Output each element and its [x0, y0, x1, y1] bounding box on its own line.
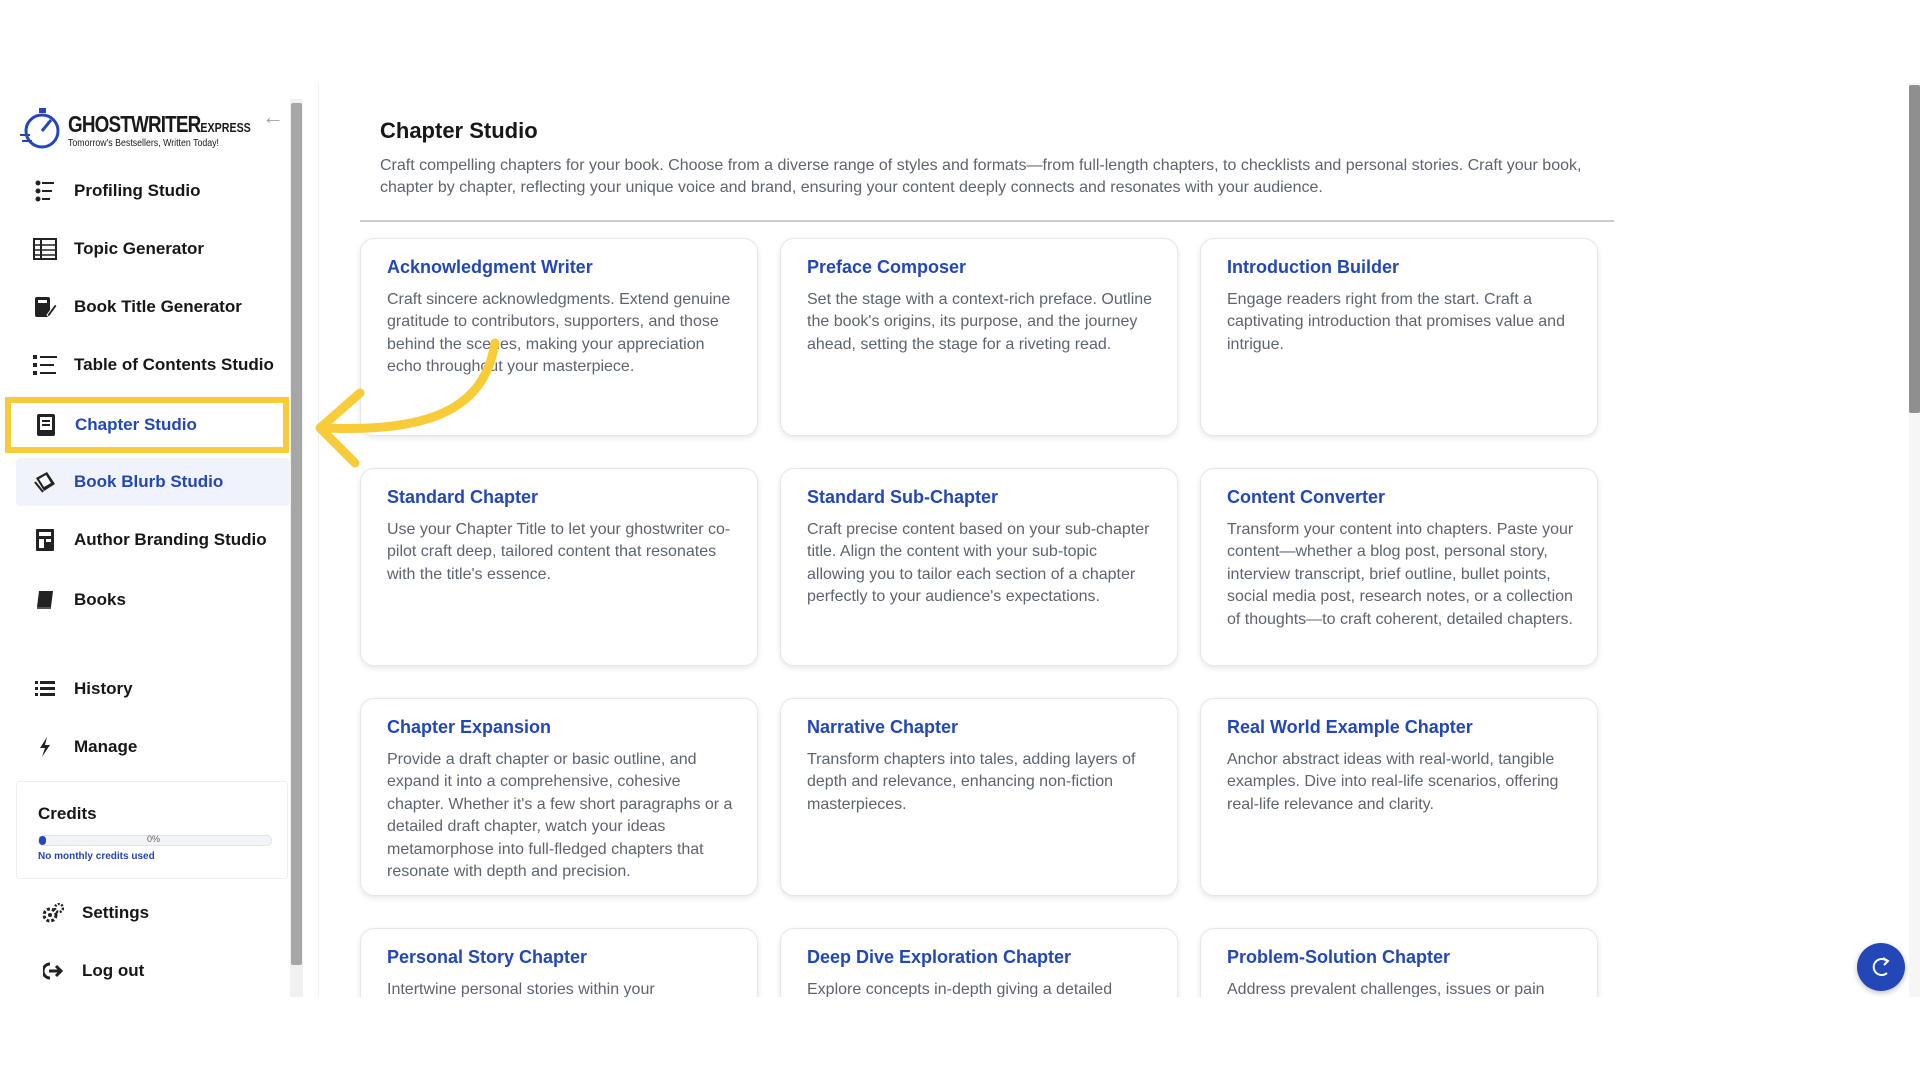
profile-list-icon: [32, 178, 58, 204]
section-divider: [360, 220, 1614, 222]
card-standard-chapter[interactable]: Standard Chapter Use your Chapter Title …: [360, 468, 758, 666]
sidebar-item-label: Book Title Generator: [74, 297, 242, 316]
gears-icon: [40, 900, 66, 926]
sidebar-item-label: Manage: [74, 737, 138, 756]
brand-logo[interactable]: GHOSTWRITEREXPRESS Tomorrow's Bestseller…: [20, 105, 251, 155]
card-description: Explore concepts in-depth giving a detai…: [807, 981, 1113, 997]
card-title: Real World Example Chapter: [1227, 717, 1473, 737]
sidebar-scrollbar-thumb[interactable]: [291, 103, 302, 965]
sidebar-item-label: Log out: [82, 961, 145, 980]
branding-icon: [32, 527, 58, 553]
sidebar-item-label: Author Branding Studio: [74, 530, 267, 549]
sidebar-item-history[interactable]: History: [16, 665, 290, 713]
card-title: Narrative Chapter: [807, 717, 959, 737]
toc-list-icon: [32, 352, 58, 378]
sidebar-item-book-title-generator[interactable]: Book Title Generator: [16, 283, 290, 331]
sidebar-item-chapter-studio[interactable]: Chapter Studio: [5, 397, 289, 453]
card-title: Preface Composer: [807, 257, 967, 277]
brand-name: GHOSTWRITEREXPRESS: [68, 111, 251, 137]
refresh-icon: [1872, 957, 1890, 976]
card-title: Introduction Builder: [1227, 257, 1399, 277]
card-standard-sub-chapter[interactable]: Standard Sub-Chapter Craft precise conte…: [780, 468, 1178, 666]
credits-title: Credits: [38, 804, 97, 823]
card-description: Intertwine personal stories within your: [387, 981, 655, 997]
sidebar-item-label: Table of Contents Studio: [74, 355, 274, 374]
main-content: Chapter Studio Craft compelling chapters…: [320, 83, 1900, 997]
card-title: Chapter Expansion: [387, 717, 552, 737]
card-narrative-chapter[interactable]: Narrative Chapter Transform chapters int…: [780, 698, 1178, 896]
card-acknowledgment-writer[interactable]: Acknowledgment Writer Craft sincere ackn…: [360, 238, 758, 436]
sidebar-item-author-branding-studio[interactable]: Author Branding Studio: [16, 516, 290, 564]
sidebar-item-label: Settings: [82, 903, 150, 922]
sidebar-item-profiling-studio[interactable]: Profiling Studio: [16, 167, 290, 215]
sidebar-item-books[interactable]: Books: [16, 576, 290, 624]
card-description: Anchor abstract ideas with real-world, t…: [1227, 751, 1559, 813]
sidebar-item-settings[interactable]: Settings: [16, 889, 290, 937]
card-title: Deep Dive Exploration Chapter: [807, 947, 1072, 967]
sidebar-item-label: Books: [74, 590, 126, 609]
card-chapter-expansion[interactable]: Chapter Expansion Provide a draft chapte…: [360, 698, 758, 896]
page-title: Chapter Studio: [380, 118, 538, 143]
stopwatch-logo-icon: [20, 108, 60, 149]
credits-panel: Credits 0% No monthly credits used: [16, 781, 288, 879]
card-content-converter[interactable]: Content Converter Transform your content…: [1200, 468, 1598, 666]
sidebar-item-label: Topic Generator: [74, 239, 205, 258]
blurb-book-icon: [32, 469, 58, 495]
sidebar-item-label: History: [74, 679, 133, 698]
card-description: Set the stage with a context-rich prefac…: [807, 291, 1153, 353]
card-title: Content Converter: [1227, 487, 1386, 507]
sidebar-item-book-blurb-studio[interactable]: Book Blurb Studio: [16, 458, 290, 506]
card-deep-dive-exploration-chapter[interactable]: Deep Dive Exploration Chapter Explore co…: [780, 928, 1178, 997]
sidebar-item-table-of-contents-studio[interactable]: Table of Contents Studio: [16, 341, 290, 389]
refresh-chat-button[interactable]: [1857, 943, 1905, 991]
card-title: Problem-Solution Chapter: [1227, 947, 1451, 967]
page-description: Craft compelling chapters for your book.…: [380, 157, 1582, 196]
history-list-icon: [32, 676, 58, 702]
card-description: Transform chapters into tales, adding la…: [807, 751, 1136, 813]
topic-grid-icon: [32, 236, 58, 262]
book-pencil-icon: [32, 294, 58, 320]
sidebar-item-log-out[interactable]: Log out: [16, 947, 290, 995]
card-description: Craft precise content based on your sub-…: [807, 521, 1150, 606]
credits-percent: 0%: [147, 834, 161, 844]
sidebar-item-label: Chapter Studio: [75, 415, 197, 434]
card-description: Use your Chapter Title to let your ghost…: [387, 521, 731, 583]
sidebar: GHOSTWRITEREXPRESS Tomorrow's Bestseller…: [0, 83, 290, 997]
credits-note: No monthly credits used: [38, 851, 155, 862]
sidebar-item-label: Book Blurb Studio: [74, 472, 224, 491]
card-problem-solution-chapter[interactable]: Problem-Solution Chapter Address prevale…: [1200, 928, 1598, 997]
card-introduction-builder[interactable]: Introduction Builder Engage readers righ…: [1200, 238, 1598, 436]
logout-icon: [40, 958, 66, 984]
sidebar-divider: [318, 83, 319, 997]
sidebar-item-manage[interactable]: Manage: [16, 723, 290, 771]
collapse-sidebar-arrow-icon[interactable]: ←: [262, 105, 286, 129]
app-viewport: GHOSTWRITEREXPRESS Tomorrow's Bestseller…: [0, 83, 1920, 997]
card-real-world-example-chapter[interactable]: Real World Example Chapter Anchor abstra…: [1200, 698, 1598, 896]
sidebar-item-label: Profiling Studio: [74, 181, 201, 200]
card-title: Standard Sub-Chapter: [807, 487, 999, 507]
card-title: Personal Story Chapter: [387, 947, 588, 967]
bolt-icon: [32, 734, 58, 760]
card-description: Engage readers right from the start. Cra…: [1227, 291, 1565, 353]
card-title: Acknowledgment Writer: [387, 257, 593, 277]
card-description: Provide a draft chapter or basic outline…: [387, 751, 733, 881]
card-description: Craft sincere acknowledgments. Extend ge…: [387, 291, 731, 376]
card-description: Transform your content into chapters. Pa…: [1227, 521, 1574, 628]
card-personal-story-chapter[interactable]: Personal Story Chapter Intertwine person…: [360, 928, 758, 997]
brand-tagline: Tomorrow's Bestsellers, Written Today!: [68, 138, 220, 149]
books-icon: [32, 587, 58, 613]
sidebar-item-topic-generator[interactable]: Topic Generator: [16, 225, 290, 273]
page-scrollbar-thumb[interactable]: [1909, 85, 1920, 413]
credits-progress-fill: [39, 836, 46, 845]
chapter-book-icon: [33, 412, 59, 438]
card-preface-composer[interactable]: Preface Composer Set the stage with a co…: [780, 238, 1178, 436]
card-description: Address prevalent challenges, issues or …: [1227, 981, 1545, 997]
card-title: Standard Chapter: [387, 487, 539, 507]
